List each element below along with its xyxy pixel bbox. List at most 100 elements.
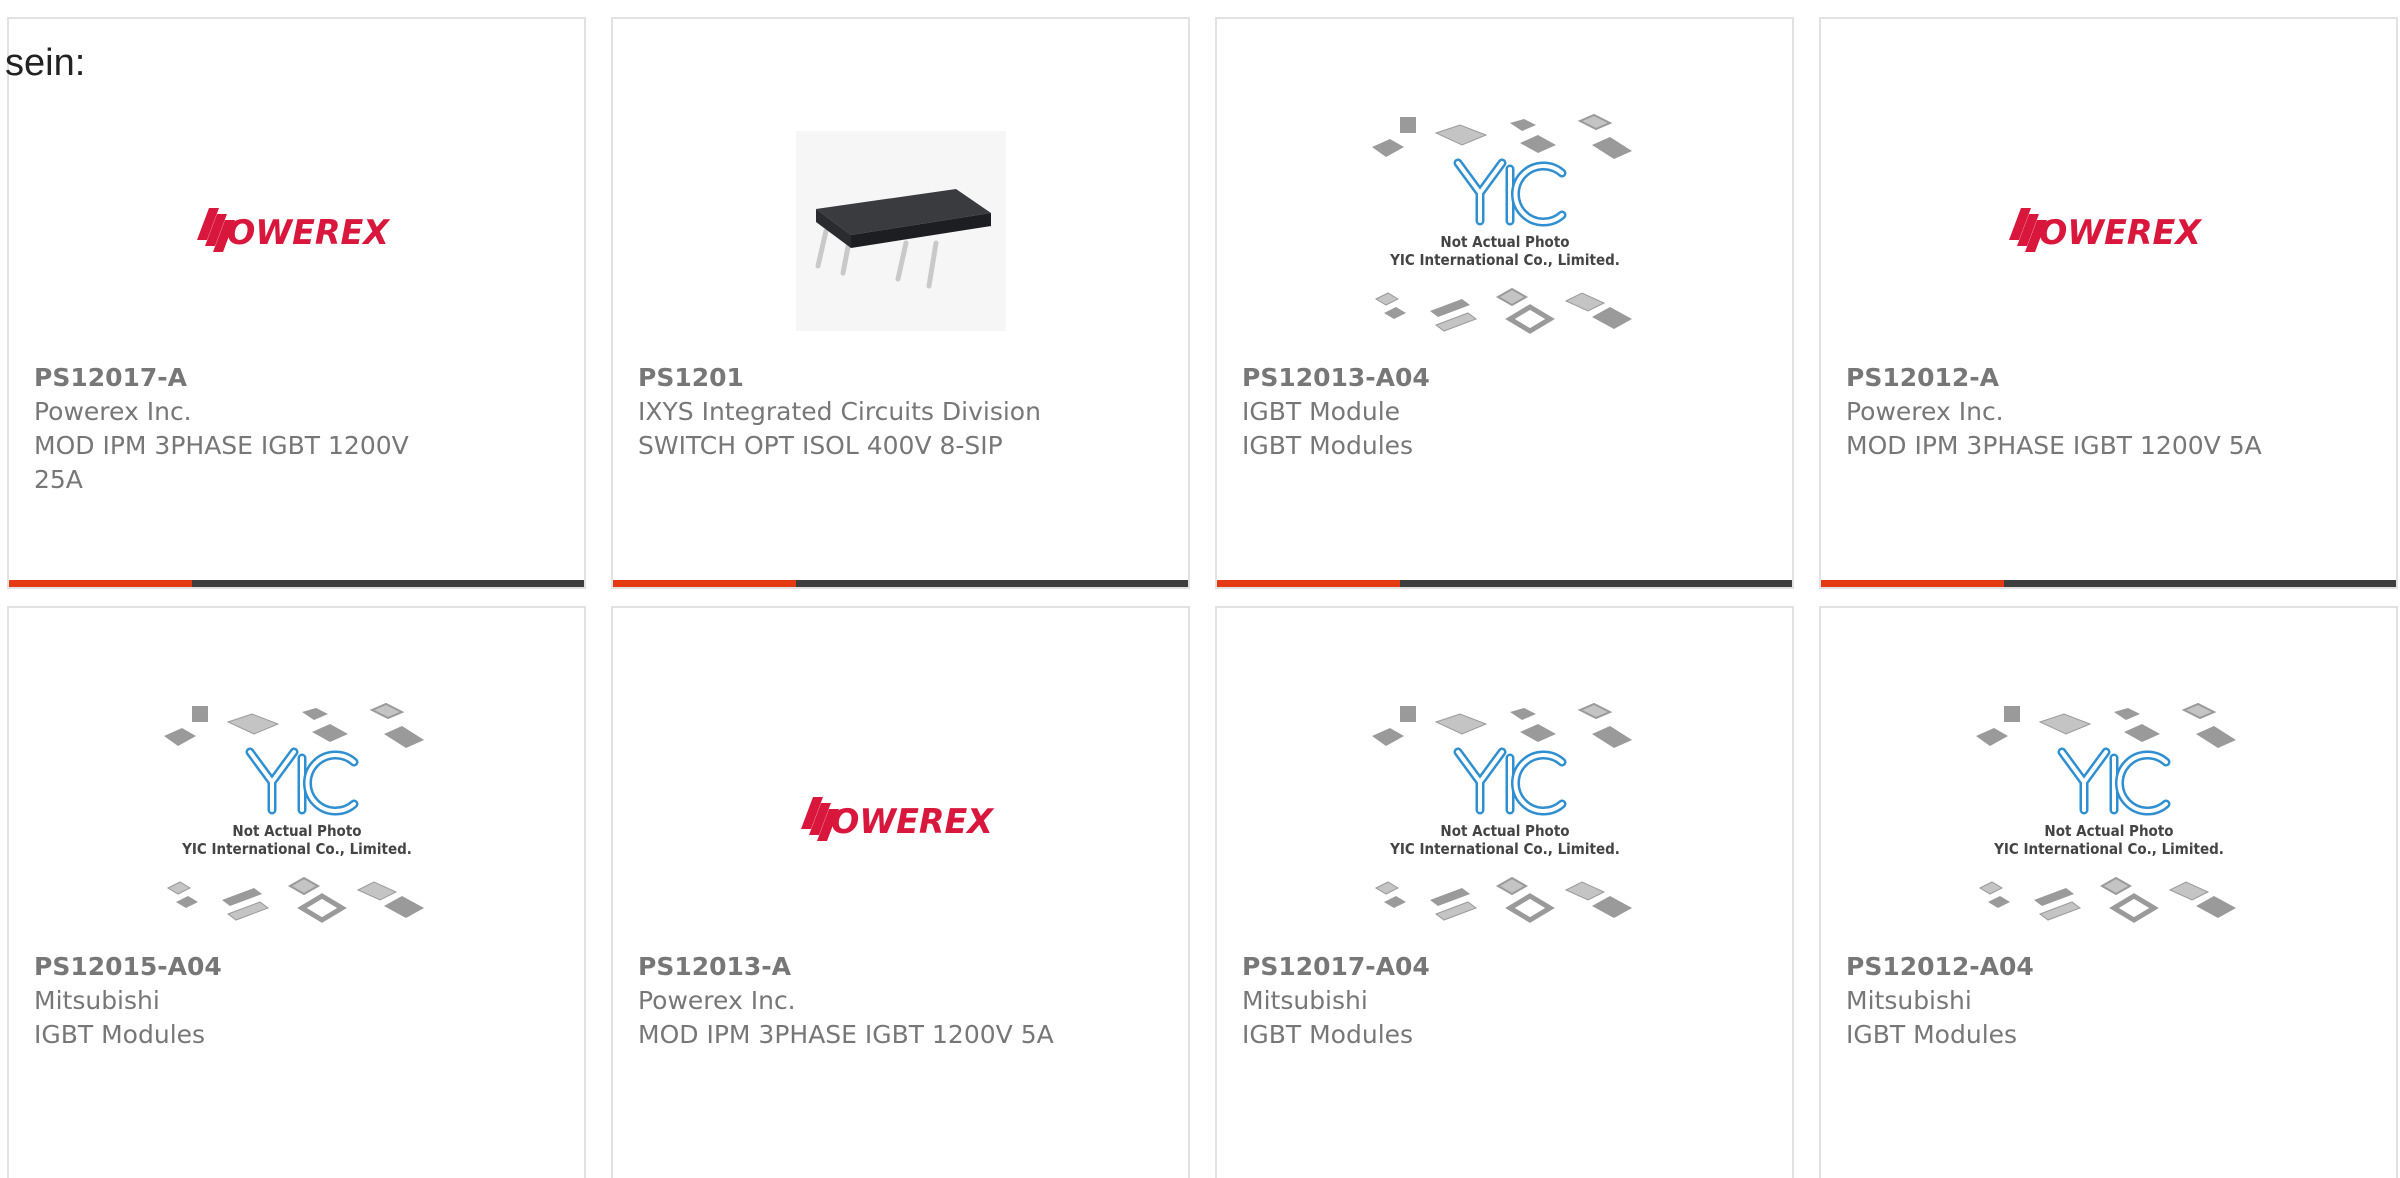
product-info: PS12013-A04 IGBT Module IGBT Modules xyxy=(1242,361,1767,463)
leading-text: sein: xyxy=(5,42,86,84)
chip-glyph xyxy=(1519,135,1556,153)
manufacturer: Mitsubishi xyxy=(1242,986,1368,1015)
chip-glyph xyxy=(2123,724,2160,742)
chip-glyph xyxy=(1564,881,1605,901)
part-number-link[interactable]: PS12012-A xyxy=(1846,361,2371,395)
yic-logo-y-inner xyxy=(1455,161,1504,223)
product-image[interactable]: OWEREX xyxy=(613,686,1188,954)
product-info: PS12017-A04 Mitsubishi IGBT Modules xyxy=(1242,950,1767,1052)
chip-glyph xyxy=(1374,881,1399,895)
powerex-logo-text: OWEREX xyxy=(227,213,391,253)
yic-logo-y-inner xyxy=(247,750,296,812)
powerex-logo: OWEREX xyxy=(800,797,995,842)
product-image[interactable]: OWEREX xyxy=(1821,97,2396,365)
chip-glyph xyxy=(1504,893,1555,923)
card-underline xyxy=(613,580,1188,587)
product-card[interactable]: OWEREX PS12013-A Powerex Inc. MOD IPM 3P… xyxy=(611,606,1190,1178)
chip-glyph xyxy=(1371,139,1404,157)
chip-glyph xyxy=(1577,113,1612,131)
product-card[interactable]: Not Actual Photo YIC International Co., L… xyxy=(1215,17,1794,589)
product-card[interactable]: Not Actual Photo YIC International Co., L… xyxy=(1819,606,2398,1178)
chip-glyph xyxy=(166,881,191,895)
product-info: PS12013-A Powerex Inc. MOD IPM 3PHASE IG… xyxy=(638,950,1163,1052)
card-underline-accent xyxy=(9,580,192,587)
chip-glyph xyxy=(226,901,269,921)
description: MOD IPM 3PHASE IGBT 1200V 5A xyxy=(1846,431,2262,460)
chip-glyph xyxy=(1978,881,2003,895)
card-underline xyxy=(9,580,584,587)
powerex-logo-text: OWEREX xyxy=(831,802,995,842)
chip-glyph xyxy=(1591,896,1632,918)
chip-glyph xyxy=(383,726,424,748)
card-underline-accent xyxy=(613,580,796,587)
chip-glyph xyxy=(2195,726,2236,748)
part-number-link[interactable]: PS12015-A04 xyxy=(34,950,559,984)
yic-placeholder-image: Not Actual PhotoYIC International Co., L… xyxy=(163,702,424,923)
part-number-link[interactable]: PS12012-A04 xyxy=(1846,950,2371,984)
yic-placeholder-image: Not Actual PhotoYIC International Co., L… xyxy=(1371,113,1632,334)
card-underline-accent xyxy=(1821,580,2004,587)
yic-logo-c-inner xyxy=(1512,753,1564,813)
product-image[interactable] xyxy=(613,97,1188,365)
placeholder-caption: YIC International Co., Limited. xyxy=(1993,840,2224,858)
chip-glyph xyxy=(1591,726,1632,748)
product-info: PS12012-A Powerex Inc. MOD IPM 3PHASE IG… xyxy=(1846,361,2371,463)
powerex-logo-text: OWEREX xyxy=(2039,213,2203,253)
description-continued: 25A xyxy=(34,465,83,494)
chip-glyph xyxy=(1591,307,1632,329)
yic-placeholder-image: Not Actual PhotoYIC International Co., L… xyxy=(1975,702,2236,923)
product-image[interactable]: Not Actual Photo YIC International Co., L… xyxy=(1821,686,2396,954)
manufacturer: Powerex Inc. xyxy=(1846,397,2004,426)
chip-glyph xyxy=(2003,706,2020,722)
yic-logo-y-inner xyxy=(1455,750,1504,812)
chip-glyph xyxy=(1591,137,1632,159)
placeholder-caption: YIC International Co., Limited. xyxy=(181,840,412,858)
part-number-link[interactable]: PS12013-A xyxy=(638,950,1163,984)
part-number-link[interactable]: PS12017-A04 xyxy=(1242,950,1767,984)
chip-glyph xyxy=(1434,312,1477,332)
product-card[interactable]: PS1201 IXYS Integrated Circuits Division… xyxy=(611,17,1190,589)
chip-glyph xyxy=(1509,119,1536,131)
part-number-link[interactable]: PS12013-A04 xyxy=(1242,361,1767,395)
chip-glyph xyxy=(1495,876,1528,896)
manufacturer: IGBT Module xyxy=(1242,397,1401,426)
chip-glyph xyxy=(369,702,404,720)
product-info: PS12012-A04 Mitsubishi IGBT Modules xyxy=(1846,950,2371,1052)
part-number-link[interactable]: PS1201 xyxy=(638,361,1163,395)
product-image[interactable]: Not Actual Photo YIC International Co., L… xyxy=(9,686,584,954)
product-card[interactable]: OWEREX PS12017-A Powerex Inc. MOD IPM 3P… xyxy=(7,17,586,589)
chip-glyph xyxy=(2113,708,2140,720)
product-grid: OWEREX PS12017-A Powerex Inc. MOD IPM 3P… xyxy=(7,17,2398,1178)
yic-logo-c-inner xyxy=(1512,164,1564,224)
part-number-link[interactable]: PS12017-A xyxy=(34,361,559,395)
manufacturer: IXYS Integrated Circuits Division xyxy=(638,397,1041,426)
chip-glyph xyxy=(287,876,320,896)
chip-glyph xyxy=(2181,702,2216,720)
chip-glyph xyxy=(1504,304,1555,334)
chip-glyph xyxy=(1434,124,1487,146)
product-info: PS12015-A04 Mitsubishi IGBT Modules xyxy=(34,950,559,1052)
chip-glyph xyxy=(1564,292,1605,312)
sip-package-photo xyxy=(795,131,1006,331)
placeholder-caption: Not Actual Photo xyxy=(2044,822,2173,840)
description: IGBT Modules xyxy=(1242,431,1414,460)
chip-glyph xyxy=(1495,287,1528,307)
placeholder-caption: Not Actual Photo xyxy=(1440,233,1569,251)
placeholder-caption: Not Actual Photo xyxy=(1440,822,1569,840)
product-image[interactable]: OWEREX xyxy=(9,97,584,365)
chip-glyph xyxy=(1383,896,1406,908)
chip-glyph xyxy=(1399,117,1416,133)
product-image[interactable]: Not Actual Photo YIC International Co., L… xyxy=(1217,97,1792,365)
chip-glyph xyxy=(383,896,424,918)
chip-glyph xyxy=(1509,708,1536,720)
description: IGBT Modules xyxy=(1846,1020,2018,1049)
chip-glyph xyxy=(1371,728,1404,746)
product-image[interactable]: Not Actual Photo YIC International Co., L… xyxy=(1217,686,1792,954)
product-card[interactable]: Not Actual Photo YIC International Co., L… xyxy=(7,606,586,1178)
card-underline-accent xyxy=(1217,580,1400,587)
chip-glyph xyxy=(1519,724,1556,742)
product-card[interactable]: OWEREX PS12012-A Powerex Inc. MOD IPM 3P… xyxy=(1819,17,2398,589)
product-card[interactable]: Not Actual Photo YIC International Co., L… xyxy=(1215,606,1794,1178)
chip-glyph xyxy=(1434,713,1487,735)
chip-glyph xyxy=(2108,893,2159,923)
